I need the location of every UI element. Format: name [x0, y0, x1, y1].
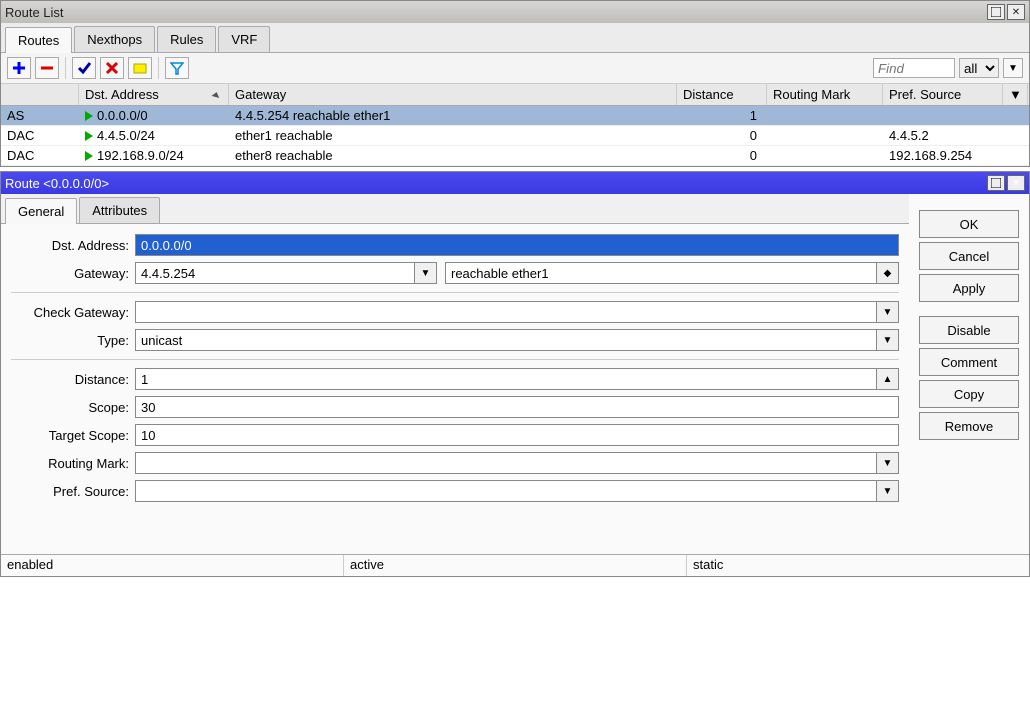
status-enabled: enabled: [1, 555, 344, 576]
active-icon: [85, 131, 93, 141]
ok-button[interactable]: OK: [919, 210, 1019, 238]
apply-button[interactable]: Apply: [919, 274, 1019, 302]
col-menu-icon[interactable]: ▼: [1003, 84, 1028, 105]
table-row[interactable]: DAC 192.168.9.0/24 ether8 reachable 0 19…: [1, 146, 1029, 166]
col-flags[interactable]: [1, 84, 79, 105]
type-label: Type:: [11, 333, 135, 348]
check-gateway-dropdown-icon[interactable]: ▼: [877, 301, 899, 323]
remove-button[interactable]: [35, 57, 59, 79]
route-list-tabbar: Routes Nexthops Rules VRF: [1, 23, 1029, 53]
divider: [11, 359, 899, 360]
col-routing-mark[interactable]: Routing Mark: [767, 84, 883, 105]
gateway-label: Gateway:: [11, 266, 135, 281]
disable-button[interactable]: [100, 57, 124, 79]
route-detail-titlebar[interactable]: Route <0.0.0.0/0> ✕: [1, 172, 1029, 194]
route-detail-window: Route <0.0.0.0/0> ✕ General Attributes D…: [0, 171, 1030, 577]
routing-mark-label: Routing Mark:: [11, 456, 135, 471]
active-icon: [85, 151, 93, 161]
target-scope-input[interactable]: [135, 424, 899, 446]
pref-source-input[interactable]: [135, 480, 877, 502]
comment-button[interactable]: [128, 57, 152, 79]
route-detail-title: Route <0.0.0.0/0>: [5, 176, 109, 191]
table-row[interactable]: AS 0.0.0.0/0 4.4.5.254 reachable ether1 …: [1, 106, 1029, 126]
status-static: static: [687, 555, 1029, 576]
minimize-icon[interactable]: [987, 175, 1005, 191]
scope-input[interactable]: [135, 396, 899, 418]
minimize-icon[interactable]: [987, 4, 1005, 20]
route-detail-form: General Attributes Dst. Address: Gateway…: [1, 194, 909, 554]
col-dst[interactable]: Dst. Address: [79, 84, 229, 105]
filter-select[interactable]: all: [959, 58, 999, 78]
col-gateway[interactable]: Gateway: [229, 84, 677, 105]
gateway-updown-icon[interactable]: ◆: [877, 262, 899, 284]
route-detail-statusbar: enabled active static: [1, 554, 1029, 576]
separator: [65, 57, 66, 79]
distance-collapse-icon[interactable]: ▲: [877, 368, 899, 390]
cancel-button[interactable]: Cancel: [919, 242, 1019, 270]
tab-rules[interactable]: Rules: [157, 26, 216, 52]
active-icon: [85, 111, 93, 121]
gateway-status: [445, 262, 877, 284]
pref-source-dropdown-icon[interactable]: ▼: [877, 480, 899, 502]
route-list-title: Route List: [5, 5, 64, 20]
route-list-titlebar[interactable]: Route List ✕: [1, 1, 1029, 23]
distance-label: Distance:: [11, 372, 135, 387]
routing-mark-input[interactable]: [135, 452, 877, 474]
filter-button[interactable]: [165, 57, 189, 79]
comment-button[interactable]: Comment: [919, 348, 1019, 376]
divider: [11, 292, 899, 293]
dst-address-label: Dst. Address:: [11, 238, 135, 253]
type-input[interactable]: [135, 329, 877, 351]
disable-button[interactable]: Disable: [919, 316, 1019, 344]
find-input[interactable]: [873, 58, 955, 78]
route-table-header: Dst. Address Gateway Distance Routing Ma…: [1, 84, 1029, 106]
enable-button[interactable]: [72, 57, 96, 79]
check-gateway-label: Check Gateway:: [11, 305, 135, 320]
add-button[interactable]: [7, 57, 31, 79]
route-table-body: AS 0.0.0.0/0 4.4.5.254 reachable ether1 …: [1, 106, 1029, 166]
tab-vrf[interactable]: VRF: [218, 26, 270, 52]
close-icon[interactable]: ✕: [1007, 4, 1025, 20]
type-dropdown-icon[interactable]: ▼: [877, 329, 899, 351]
tab-nexthops[interactable]: Nexthops: [74, 26, 155, 52]
separator: [158, 57, 159, 79]
dst-address-input[interactable]: [135, 234, 899, 256]
check-gateway-input[interactable]: [135, 301, 877, 323]
col-distance[interactable]: Distance: [677, 84, 767, 105]
status-active: active: [344, 555, 687, 576]
tab-general[interactable]: General: [5, 198, 77, 224]
scope-label: Scope:: [11, 400, 135, 415]
distance-input[interactable]: [135, 368, 877, 390]
pref-source-label: Pref. Source:: [11, 484, 135, 499]
copy-button[interactable]: Copy: [919, 380, 1019, 408]
sort-indicator-icon: [211, 91, 220, 98]
close-icon[interactable]: ✕: [1007, 175, 1025, 191]
route-list-window: Route List ✕ Routes Nexthops Rules VRF a…: [0, 0, 1030, 167]
target-scope-label: Target Scope:: [11, 428, 135, 443]
route-detail-buttons: OK Cancel Apply Disable Comment Copy Rem…: [909, 194, 1029, 554]
gateway-dropdown-icon[interactable]: ▼: [415, 262, 437, 284]
filter-dropdown-icon[interactable]: ▼: [1003, 58, 1023, 78]
table-row[interactable]: DAC 4.4.5.0/24 ether1 reachable 0 4.4.5.…: [1, 126, 1029, 146]
tab-attributes[interactable]: Attributes: [79, 197, 160, 223]
routing-mark-dropdown-icon[interactable]: ▼: [877, 452, 899, 474]
remove-button[interactable]: Remove: [919, 412, 1019, 440]
tab-routes[interactable]: Routes: [5, 27, 72, 53]
route-list-toolbar: all ▼: [1, 53, 1029, 84]
gateway-input[interactable]: [135, 262, 415, 284]
col-pref-source[interactable]: Pref. Source: [883, 84, 1003, 105]
